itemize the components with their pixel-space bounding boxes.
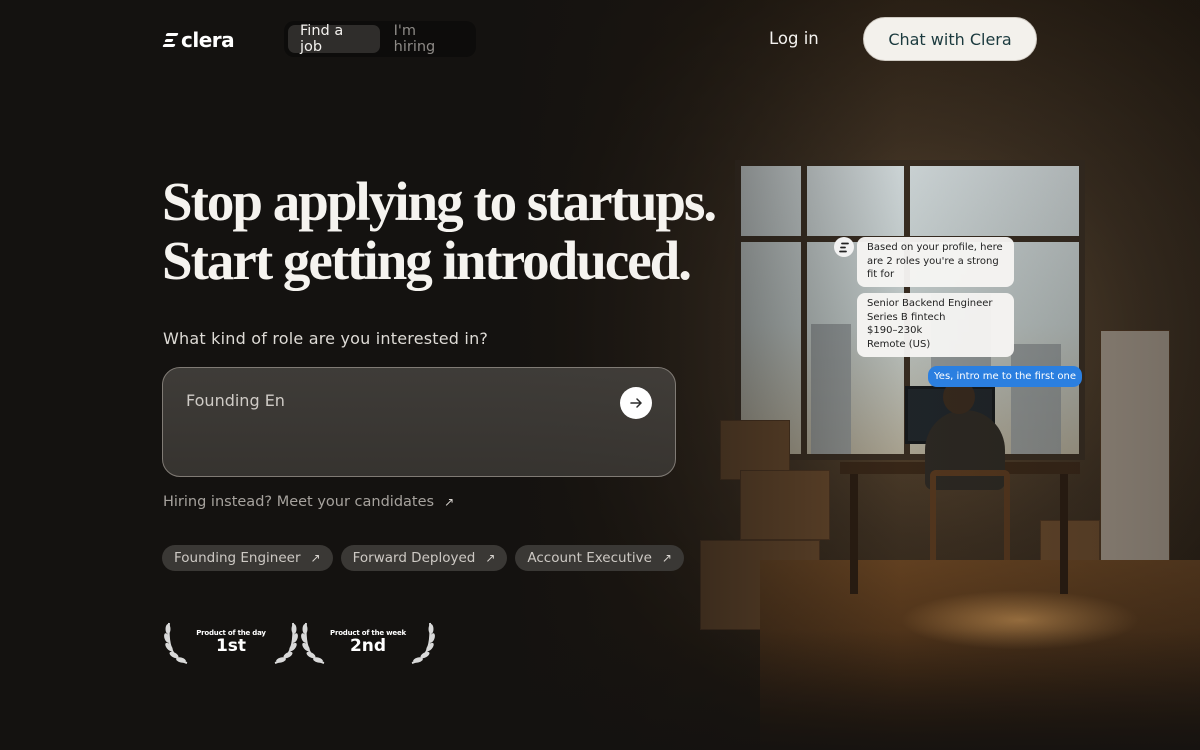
clera-logo[interactable]: clera xyxy=(162,28,235,52)
clera-logo-icon xyxy=(162,32,179,48)
logo-text: clera xyxy=(181,28,235,52)
arrow-up-right-icon: ↗ xyxy=(444,495,455,509)
role-input[interactable] xyxy=(186,391,606,410)
hiring-instead-link[interactable]: Hiring instead? Meet your candidates ↗ xyxy=(163,494,454,510)
arrow-right-icon xyxy=(630,398,642,408)
arrow-up-right-icon: ↗ xyxy=(310,551,321,565)
badge-rank: 1st xyxy=(215,636,247,656)
toggle-find-job[interactable]: Find a job xyxy=(288,23,380,55)
role-input-card xyxy=(162,367,676,477)
headline-line-1: Stop applying to startups. xyxy=(162,171,717,232)
arrow-up-right-icon: ↗ xyxy=(485,551,496,565)
suggested-roles: Founding Engineer ↗ Forward Deployed ↗ A… xyxy=(162,545,684,571)
hiring-link-text: Hiring instead? Meet your candidates xyxy=(163,494,435,510)
chip-label: Founding Engineer xyxy=(174,550,301,566)
chat-with-clera-button[interactable]: Chat with Clera xyxy=(863,17,1037,61)
headline-line-2: Start getting introduced. xyxy=(162,230,692,291)
login-link[interactable]: Log in xyxy=(769,29,819,48)
submit-button[interactable] xyxy=(620,387,652,419)
badge-rank: 2nd xyxy=(349,636,387,656)
clera-bot-avatar-icon xyxy=(834,237,854,257)
laurel-right-icon xyxy=(411,622,435,664)
role-question: What kind of role are you interested in? xyxy=(163,329,489,348)
hero-headline: Stop applying to startups. Start getting… xyxy=(162,172,762,290)
chat-bubble-role: Senior Backend Engineer Series B fintech… xyxy=(857,293,1014,357)
product-of-day-badge[interactable]: Product of the day 1st xyxy=(163,619,299,665)
chip-label: Account Executive xyxy=(527,550,652,566)
laurel-left-icon xyxy=(164,622,188,664)
chat-reply-bubble: Yes, intro me to the first one xyxy=(928,366,1082,387)
product-of-week-badge[interactable]: Product of the week 2nd xyxy=(300,619,436,665)
chip-label: Forward Deployed xyxy=(352,550,476,566)
chip-forward-deployed[interactable]: Forward Deployed ↗ xyxy=(340,545,508,571)
arrow-up-right-icon: ↗ xyxy=(661,551,672,565)
mode-toggle: Find a job I'm hiring xyxy=(284,21,476,57)
role-company: Series B fintech xyxy=(867,311,946,323)
laurel-left-icon xyxy=(301,622,325,664)
laurel-right-icon xyxy=(274,622,298,664)
chip-account-executive[interactable]: Account Executive ↗ xyxy=(515,545,684,571)
role-location: Remote (US) xyxy=(867,338,931,350)
toggle-hiring[interactable]: I'm hiring xyxy=(382,23,472,55)
role-title: Senior Backend Engineer xyxy=(867,298,993,309)
chip-founding-engineer[interactable]: Founding Engineer ↗ xyxy=(162,545,333,571)
role-salary: $190–230k xyxy=(867,325,923,336)
chat-bubble-intro: Based on your profile, here are 2 roles … xyxy=(857,237,1014,287)
